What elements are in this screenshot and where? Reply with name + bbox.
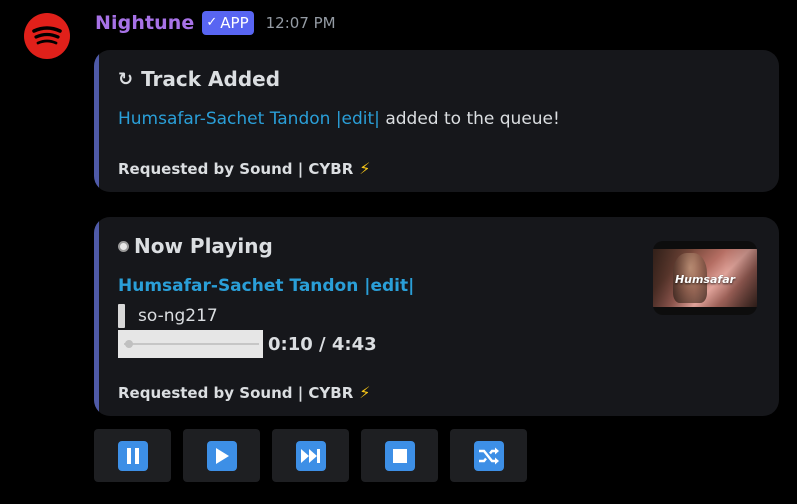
embed-title-text: Track Added xyxy=(141,67,281,91)
embed-footer: Requested by Sound | CYBR ⚡ xyxy=(118,159,371,178)
requested-by-text: Requested by Sound | CYBR xyxy=(118,159,354,178)
record-icon xyxy=(118,240,129,252)
embed-title: ↻ Track Added xyxy=(118,67,280,91)
track-link[interactable]: Humsafar-Sachet Tandon |edit| xyxy=(118,109,380,129)
lightning-icon: ⚡ xyxy=(359,159,371,178)
progress-time: 0:10 / 4:43 xyxy=(268,333,377,355)
username[interactable]: Nightune xyxy=(95,12,194,34)
app-badge: ✓ APP xyxy=(202,11,254,35)
thumbnail-text: Humsafar xyxy=(674,273,736,286)
embed-title: Now Playing xyxy=(118,234,273,258)
track-thumbnail[interactable]: Humsafar xyxy=(653,241,757,315)
embed-footer: Requested by Sound | CYBR ⚡ xyxy=(118,383,371,402)
pause-icon xyxy=(117,440,148,471)
stop-button[interactable] xyxy=(361,429,438,482)
progress-track xyxy=(124,343,259,345)
shuffle-button[interactable] xyxy=(450,429,527,482)
lightning-icon: ⚡ xyxy=(359,383,371,402)
spotify-icon xyxy=(32,26,62,45)
skip-icon xyxy=(295,440,326,471)
play-button[interactable] xyxy=(183,429,260,482)
repeat-icon: ↻ xyxy=(118,68,134,90)
verified-check-icon: ✓ xyxy=(206,15,218,30)
description-suffix: added to the queue! xyxy=(379,109,560,129)
player-controls xyxy=(94,429,527,482)
track-link[interactable]: Humsafar-Sachet Tandon |edit| xyxy=(118,276,414,296)
progress-bar xyxy=(118,330,263,358)
play-icon xyxy=(206,440,237,471)
pause-button[interactable] xyxy=(94,429,171,482)
progress-row: 0:10 / 4:43 xyxy=(118,330,377,358)
quote-text: so-ng217 xyxy=(138,306,218,326)
shuffle-icon xyxy=(473,440,504,471)
avatar[interactable] xyxy=(24,13,70,59)
stop-icon xyxy=(384,440,415,471)
thumbnail-image: Humsafar xyxy=(653,249,757,307)
requested-by-text: Requested by Sound | CYBR xyxy=(118,383,354,402)
track-added-embed: ↻ Track Added Humsafar-Sachet Tandon |ed… xyxy=(94,50,779,192)
timestamp: 12:07 PM xyxy=(265,14,336,32)
quote-bar xyxy=(118,304,125,328)
message-header: Nightune ✓ APP 12:07 PM xyxy=(95,9,336,37)
skip-button[interactable] xyxy=(272,429,349,482)
bot-message: Nightune ✓ APP 12:07 PM ↻ Track Added Hu… xyxy=(0,0,797,504)
quote-block: so-ng217 xyxy=(118,304,218,328)
now-playing-embed: Now Playing Humsafar-Sachet Tandon |edit… xyxy=(94,217,779,416)
app-badge-label: APP xyxy=(220,14,249,32)
progress-knob xyxy=(124,340,133,348)
embed-title-text: Now Playing xyxy=(134,234,273,258)
embed-description: Humsafar-Sachet Tandon |edit| added to t… xyxy=(118,109,560,129)
